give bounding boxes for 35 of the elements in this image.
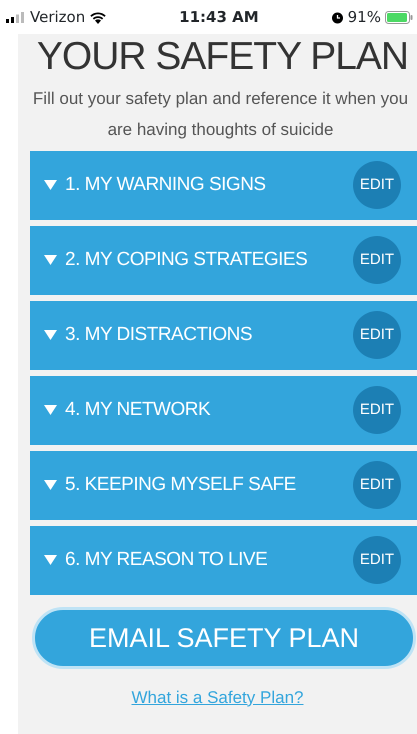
caret-icon [44, 255, 57, 266]
section-header[interactable]: 2. MY COPING STRATEGIES EDIT [30, 226, 417, 295]
section-label: 6. MY REASON TO LIVE [65, 548, 268, 572]
battery-icon [384, 10, 413, 24]
section-header[interactable]: 6. MY REASON TO LIVE EDIT [30, 526, 417, 595]
edit-button[interactable]: EDIT [353, 386, 401, 434]
email-safety-plan-button[interactable]: EMAIL SAFETY PLAN [32, 606, 416, 669]
section-label: 5. KEEPING MYSELF SAFE [65, 473, 297, 498]
section-label: 3. MY DISTRACTIONS [65, 323, 254, 348]
help-link[interactable]: What is a Safety Plan? [132, 688, 304, 707]
section-header[interactable]: 4. MY NETWORK EDIT [30, 376, 417, 445]
clock-time: 11:43 AM [179, 6, 259, 28]
battery-percentage: 91% [348, 6, 381, 28]
caret-icon [44, 180, 57, 190]
edit-button[interactable]: EDIT [353, 536, 401, 584]
caret-icon [44, 330, 57, 340]
wifi-icon [89, 10, 108, 24]
alarm-icon [330, 10, 344, 24]
carrier-name: Verizon [30, 6, 86, 28]
section-label: 4. MY NETWORK [65, 398, 212, 422]
section-header[interactable]: 3. MY DISTRACTIONS EDIT [30, 300, 417, 370]
page-title: YOUR SAFETY PLAN [36, 34, 410, 79]
section-header[interactable]: 1. MY WARNING SIGNS EDIT [30, 150, 417, 220]
edit-button[interactable]: EDIT [353, 311, 401, 360]
caret-icon [44, 555, 57, 566]
section-header[interactable]: 5. KEEPING MYSELF SAFE EDIT [30, 450, 417, 520]
caret-icon [44, 405, 57, 416]
section-label: 2. MY COPING STRATEGIES [65, 248, 308, 272]
signal-icon [6, 12, 26, 22]
edit-button[interactable]: EDIT [353, 236, 401, 284]
caret-icon [44, 480, 57, 490]
section-label: 1. MY WARNING SIGNS [65, 173, 267, 198]
page-description: Fill out your safety plan and reference it when you are having thoughts of suicide [32, 88, 410, 141]
edit-button[interactable]: EDIT [353, 161, 401, 210]
edit-button[interactable]: EDIT [353, 461, 401, 510]
